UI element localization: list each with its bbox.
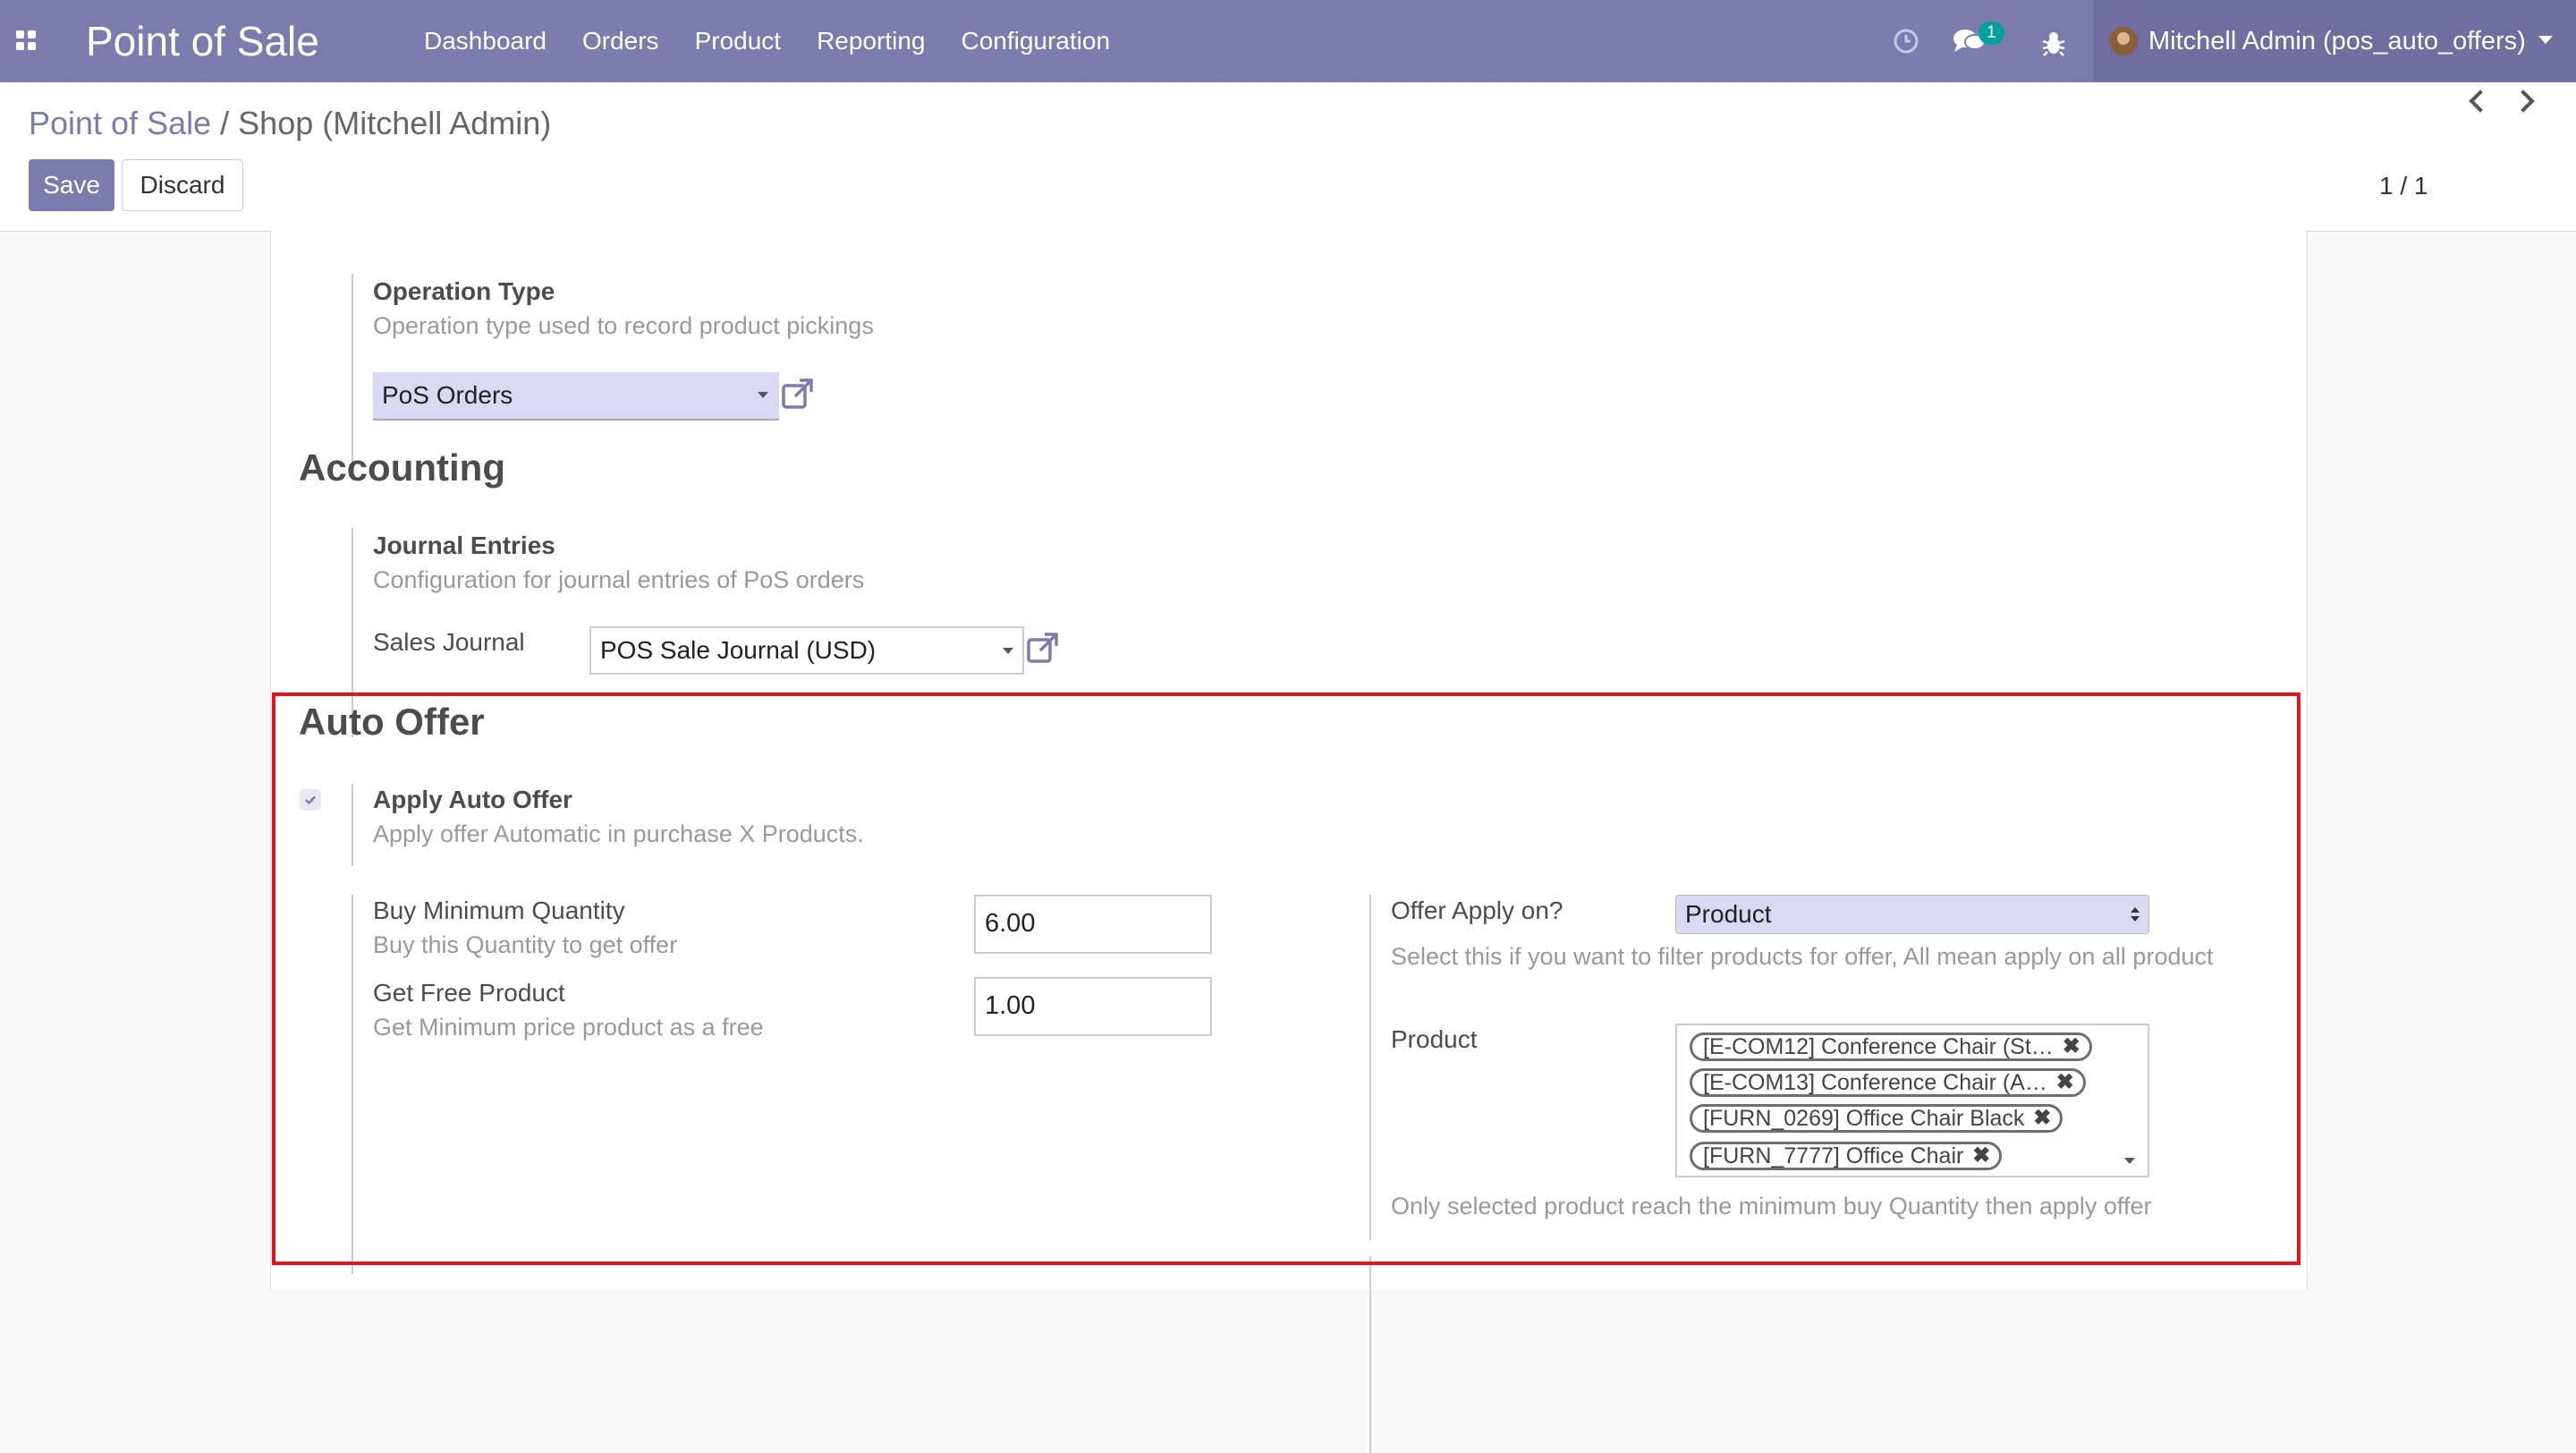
setting-divider xyxy=(352,274,353,469)
menu-reporting[interactable]: Reporting xyxy=(817,25,925,57)
journal-entries-desc: Configuration for journal entries of PoS… xyxy=(373,566,865,593)
external-link-icon[interactable] xyxy=(781,378,815,412)
apps-menu-icon[interactable] xyxy=(16,30,38,52)
accounting-section-title: Accounting xyxy=(299,446,505,489)
user-menu[interactable]: Mitchell Admin (pos_auto_offers) xyxy=(2093,0,2576,82)
journal-entries-label: Journal Entries xyxy=(373,531,555,559)
operation-type-select[interactable]: PoS Orders xyxy=(373,372,779,421)
discard-button[interactable]: Discard xyxy=(122,159,243,211)
sales-journal-value: POS Sale Journal (USD) xyxy=(600,636,877,664)
sales-journal-select[interactable]: POS Sale Journal (USD) xyxy=(589,626,1024,675)
top-navbar: Point of Sale Dashboard Orders Product R… xyxy=(0,0,2576,82)
menu-orders[interactable]: Orders xyxy=(582,25,659,57)
app-brand[interactable]: Point of Sale xyxy=(86,14,319,68)
debug-bug-icon[interactable] xyxy=(2039,25,2068,61)
chevron-down-icon xyxy=(2538,36,2553,44)
operation-type-desc: Operation type used to record product pi… xyxy=(373,312,874,339)
main-menu: Dashboard Orders Product Reporting Confi… xyxy=(424,25,1110,57)
control-panel: Point of Sale / Shop (Mitchell Admin) Save… xyxy=(0,82,2576,232)
pager-value: 1 / 1 xyxy=(2379,172,2428,200)
user-avatar xyxy=(2109,27,2138,55)
external-link-icon[interactable] xyxy=(1026,632,1060,666)
dropdown-caret-icon xyxy=(1003,648,1013,654)
sales-journal-label: Sales Journal xyxy=(373,628,525,656)
dropdown-caret-icon xyxy=(758,392,768,398)
auto-offer-highlight-frame xyxy=(272,693,2301,1265)
setting-divider xyxy=(1369,1256,1371,1453)
breadcrumb: Point of Sale / Shop (Mitchell Admin) xyxy=(29,102,551,145)
menu-dashboard[interactable]: Dashboard xyxy=(424,25,547,57)
user-name: Mitchell Admin (pos_auto_offers) xyxy=(2148,27,2526,55)
save-button[interactable]: Save xyxy=(29,159,114,211)
operation-type-label: Operation Type xyxy=(373,277,555,305)
message-count-badge: 1 xyxy=(1979,21,2004,45)
menu-configuration[interactable]: Configuration xyxy=(961,25,1110,57)
breadcrumb-current: Shop (Mitchell Admin) xyxy=(238,105,552,141)
activity-clock-icon[interactable] xyxy=(1893,28,1919,55)
menu-product[interactable]: Product xyxy=(695,25,782,57)
breadcrumb-separator: / xyxy=(220,105,230,141)
breadcrumb-root[interactable]: Point of Sale xyxy=(29,105,211,141)
operation-type-value: PoS Orders xyxy=(382,381,513,409)
